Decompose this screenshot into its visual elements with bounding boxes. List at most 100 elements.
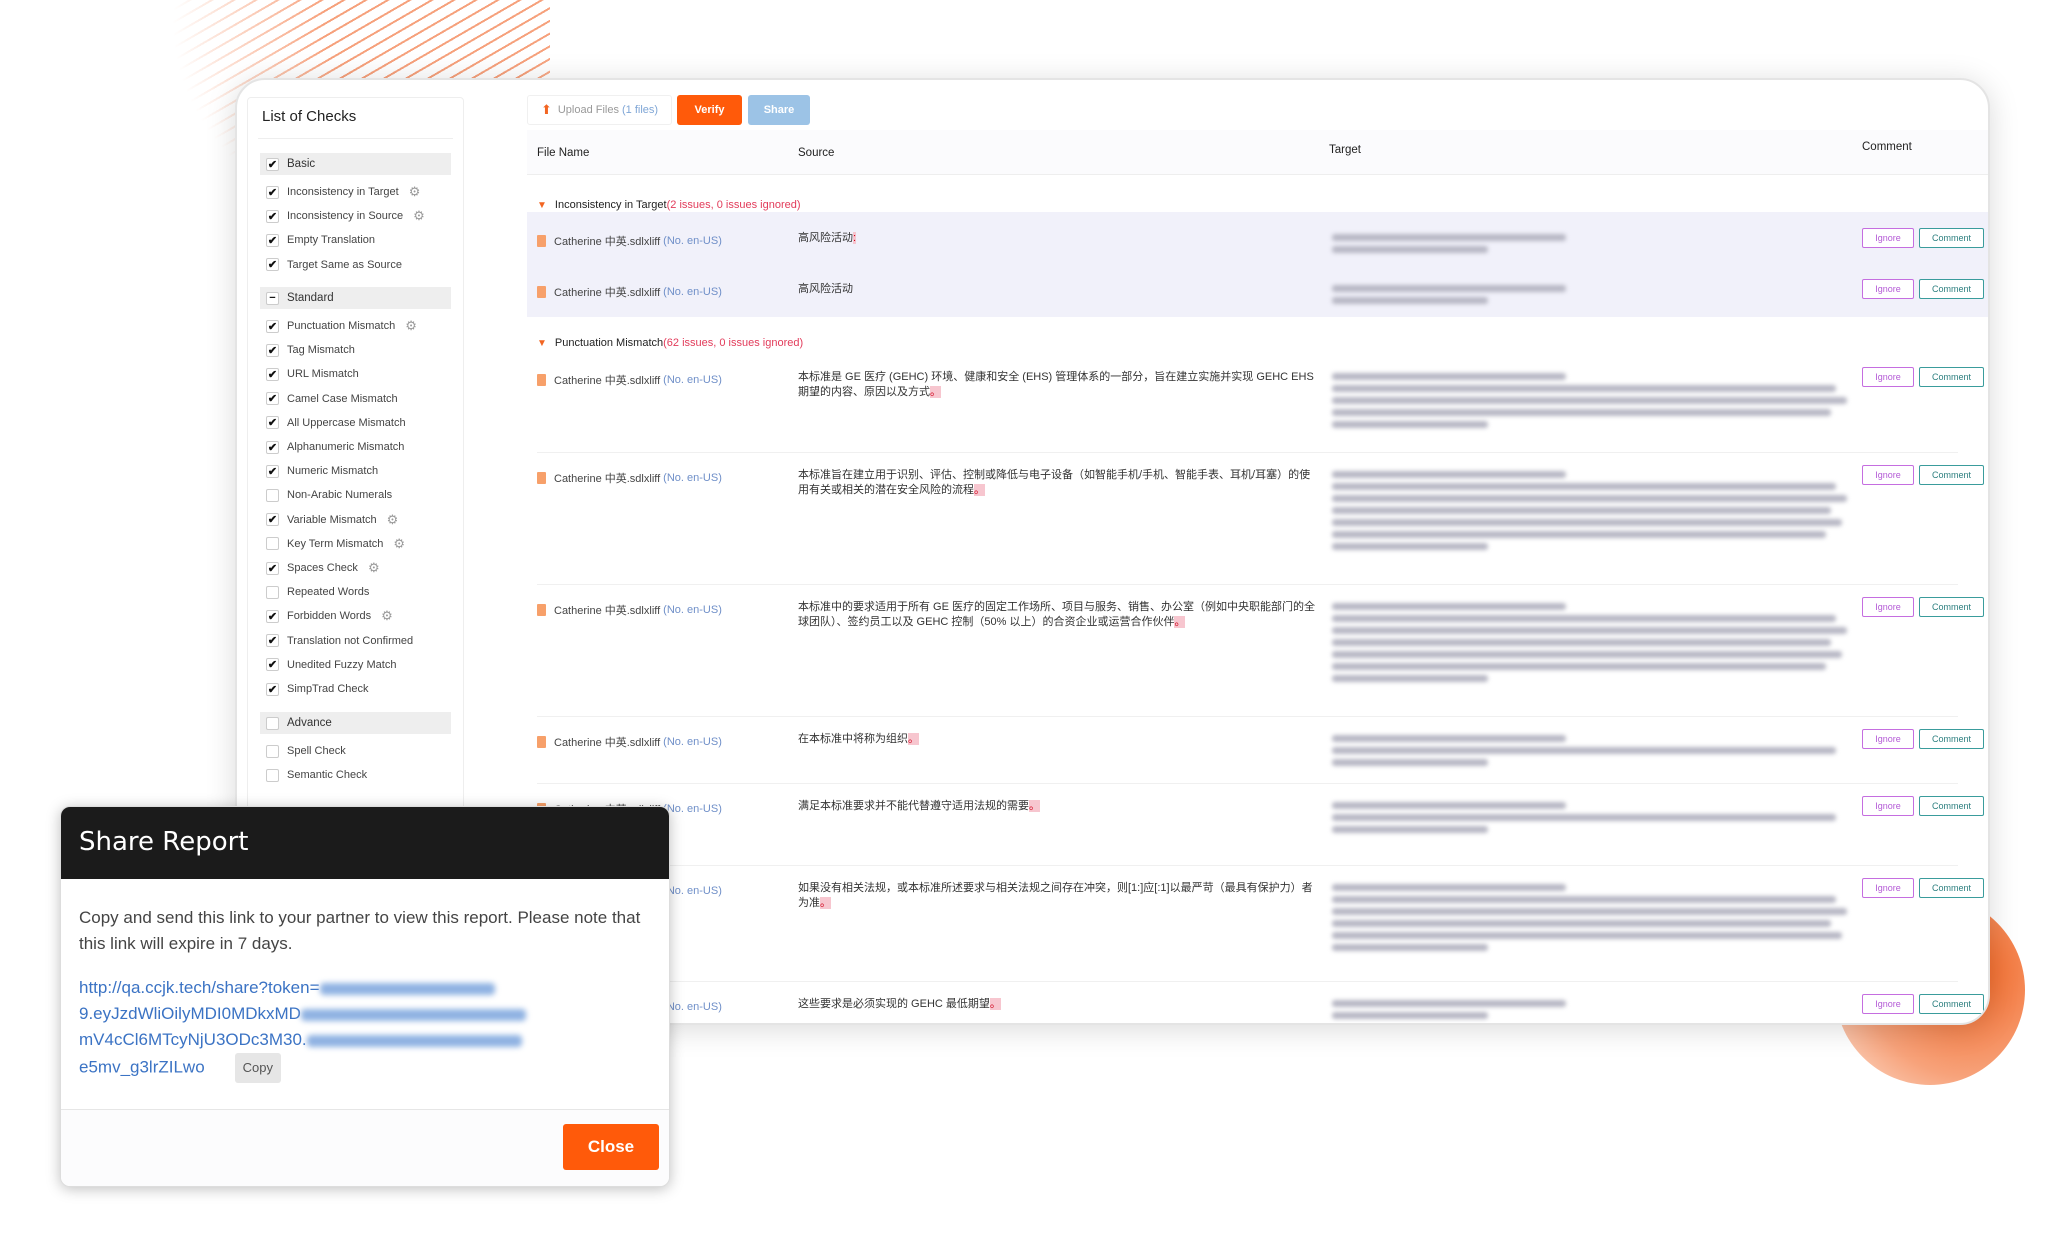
checkbox[interactable] [266,716,279,730]
sidebar-check-item[interactable]: Non-Arabic Numerals [260,484,451,506]
sidebar-check-item[interactable]: ✔ Camel Case Mismatch [260,388,451,410]
comment-button[interactable]: Comment [1919,878,1984,898]
table-row-file[interactable]: Catherine 中英.sdlxliff(No. en-US) [537,734,722,750]
gear-icon[interactable]: ⚙ [413,208,425,224]
group-label: Advance [287,717,332,729]
gear-icon[interactable]: ⚙ [405,318,417,334]
table-row-file[interactable]: Catherine 中英.sdlxliff(No. en-US) [537,284,722,300]
checkbox[interactable]: ✔ [266,319,279,333]
ignore-button[interactable]: Ignore [1862,729,1914,749]
checkbox[interactable]: ✔ [266,609,279,623]
table-row-file[interactable]: Catherine 中英.sdlxliff(No. en-US) [537,372,722,388]
source-segment: 满足本标准要求并不能代替遵守适用法规的需要 [798,800,1029,812]
chevron-down-icon[interactable]: ▼ [537,200,547,211]
comment-button[interactable]: Comment [1919,228,1984,248]
sidebar-check-item[interactable]: ✔ Tag Mismatch [260,339,451,361]
sidebar-check-item[interactable]: ✔ Inconsistency in Source ⚙ [260,205,451,227]
share-report-modal: Share Report Copy and send this link to … [60,806,670,1187]
target-text-blurred [1332,730,1852,771]
checkbox[interactable]: ✔ [266,185,279,199]
ignore-button[interactable]: Ignore [1862,597,1914,617]
sidebar-check-item[interactable]: ✔ Punctuation Mismatch ⚙ [260,315,451,337]
gear-icon[interactable]: ⚙ [393,536,405,552]
sidebar-check-item[interactable]: Spell Check [260,740,451,762]
checkbox[interactable]: ✔ [266,416,279,430]
link-line: mV4cCl6MTcyNjU3ODc3M30. [79,1030,307,1049]
check-label: Punctuation Mismatch [287,320,396,332]
table-row-file[interactable]: Catherine 中英.sdlxliff(No. en-US) [537,470,722,486]
table-row-file[interactable]: Catherine 中英.sdlxliff(No. en-US) [537,233,722,249]
chevron-down-icon[interactable]: ▼ [537,338,547,349]
ignore-button[interactable]: Ignore [1862,878,1914,898]
table-row-file[interactable]: Catherine 中英.sdlxliff(No. en-US) [537,602,722,618]
checkbox[interactable]: ✔ [266,513,279,527]
close-button[interactable]: Close [563,1124,659,1170]
ignore-button[interactable]: Ignore [1862,994,1914,1014]
checkbox[interactable]: ✔ [266,258,279,272]
sidebar-check-item[interactable]: Semantic Check [260,764,451,786]
group-header[interactable]: ▼ Punctuation Mismatch (62 issues, 0 issue… [537,337,803,349]
sidebar-check-item[interactable]: ✔ Spaces Check ⚙ [260,557,451,579]
sidebar-group-basic[interactable]: ✔ Basic [260,153,451,175]
sidebar-check-item[interactable]: ✔ All Uppercase Mismatch [260,412,451,434]
checkbox[interactable]: ✔ [266,682,279,696]
share-link[interactable]: http://qa.ccjk.tech/share?token= 9.eyJzd… [79,975,651,1083]
sidebar-check-item[interactable]: ✔ Numeric Mismatch [260,460,451,482]
sidebar-check-item[interactable]: ✔ SimpTrad Check [260,678,451,700]
checkbox[interactable]: ✔ [266,392,279,406]
gear-icon[interactable]: ⚙ [409,184,421,200]
comment-button[interactable]: Comment [1919,994,1984,1014]
ignore-button[interactable]: Ignore [1862,228,1914,248]
comment-button[interactable]: Comment [1919,367,1984,387]
ignore-button[interactable]: Ignore [1862,367,1914,387]
sidebar-check-item[interactable]: ✔ Alphanumeric Mismatch [260,436,451,458]
checkbox[interactable]: − [266,291,279,305]
checkbox[interactable]: ✔ [266,561,279,575]
gear-icon[interactable]: ⚙ [381,608,393,624]
sidebar-check-item[interactable]: ✔ Target Same as Source [260,254,451,276]
sidebar-check-item[interactable]: ✔ Translation not Confirmed [260,630,451,652]
sidebar-group-standard[interactable]: − Standard [260,287,451,309]
sidebar-group-advance[interactable]: Advance [260,712,451,734]
checkbox[interactable]: ✔ [266,634,279,648]
share-button[interactable]: Share [748,95,810,125]
sidebar-check-item[interactable]: ✔ Empty Translation [260,229,451,251]
checkbox[interactable] [266,488,279,502]
ignore-button[interactable]: Ignore [1862,279,1914,299]
target-text-blurred [1332,368,1852,433]
verify-button[interactable]: Verify [677,95,742,125]
sidebar-check-item[interactable]: ✔ Unedited Fuzzy Match [260,654,451,676]
sidebar-check-item[interactable]: Key Term Mismatch ⚙ [260,533,451,555]
sidebar-check-item[interactable]: ✔ Variable Mismatch ⚙ [260,509,451,531]
comment-button[interactable]: Comment [1919,597,1984,617]
comment-button[interactable]: Comment [1919,465,1984,485]
copy-button[interactable]: Copy [234,1053,282,1083]
checkbox[interactable] [266,744,279,758]
comment-button[interactable]: Comment [1919,729,1984,749]
comment-button[interactable]: Comment [1919,796,1984,816]
sidebar-check-item[interactable]: Repeated Words [260,581,451,603]
checkbox[interactable]: ✔ [266,440,279,454]
blurred-line [1332,397,1847,404]
group-header[interactable]: ▼ Inconsistency in Target (2 issues, 0 iss… [537,199,801,211]
checkbox[interactable]: ✔ [266,658,279,672]
gear-icon[interactable]: ⚙ [387,512,399,528]
checkbox[interactable]: ✔ [266,464,279,478]
checkbox[interactable]: ✔ [266,233,279,247]
checkbox[interactable] [266,768,279,782]
checkbox[interactable] [266,585,279,599]
sidebar-check-item[interactable]: ✔ URL Mismatch [260,363,451,385]
checkbox[interactable]: ✔ [266,157,279,171]
comment-button[interactable]: Comment [1919,279,1984,299]
ignore-button[interactable]: Ignore [1862,465,1914,485]
checkbox[interactable]: ✔ [266,209,279,223]
upload-files-button[interactable]: ⬆ Upload Files (1 files) [527,95,672,125]
target-text-blurred [1332,598,1852,687]
sidebar-check-item[interactable]: ✔ Forbidden Words ⚙ [260,605,451,627]
checkbox[interactable]: ✔ [266,343,279,357]
ignore-button[interactable]: Ignore [1862,796,1914,816]
checkbox[interactable]: ✔ [266,367,279,381]
checkbox[interactable] [266,537,279,551]
sidebar-check-item[interactable]: ✔ Inconsistency in Target ⚙ [260,181,451,203]
gear-icon[interactable]: ⚙ [368,560,380,576]
